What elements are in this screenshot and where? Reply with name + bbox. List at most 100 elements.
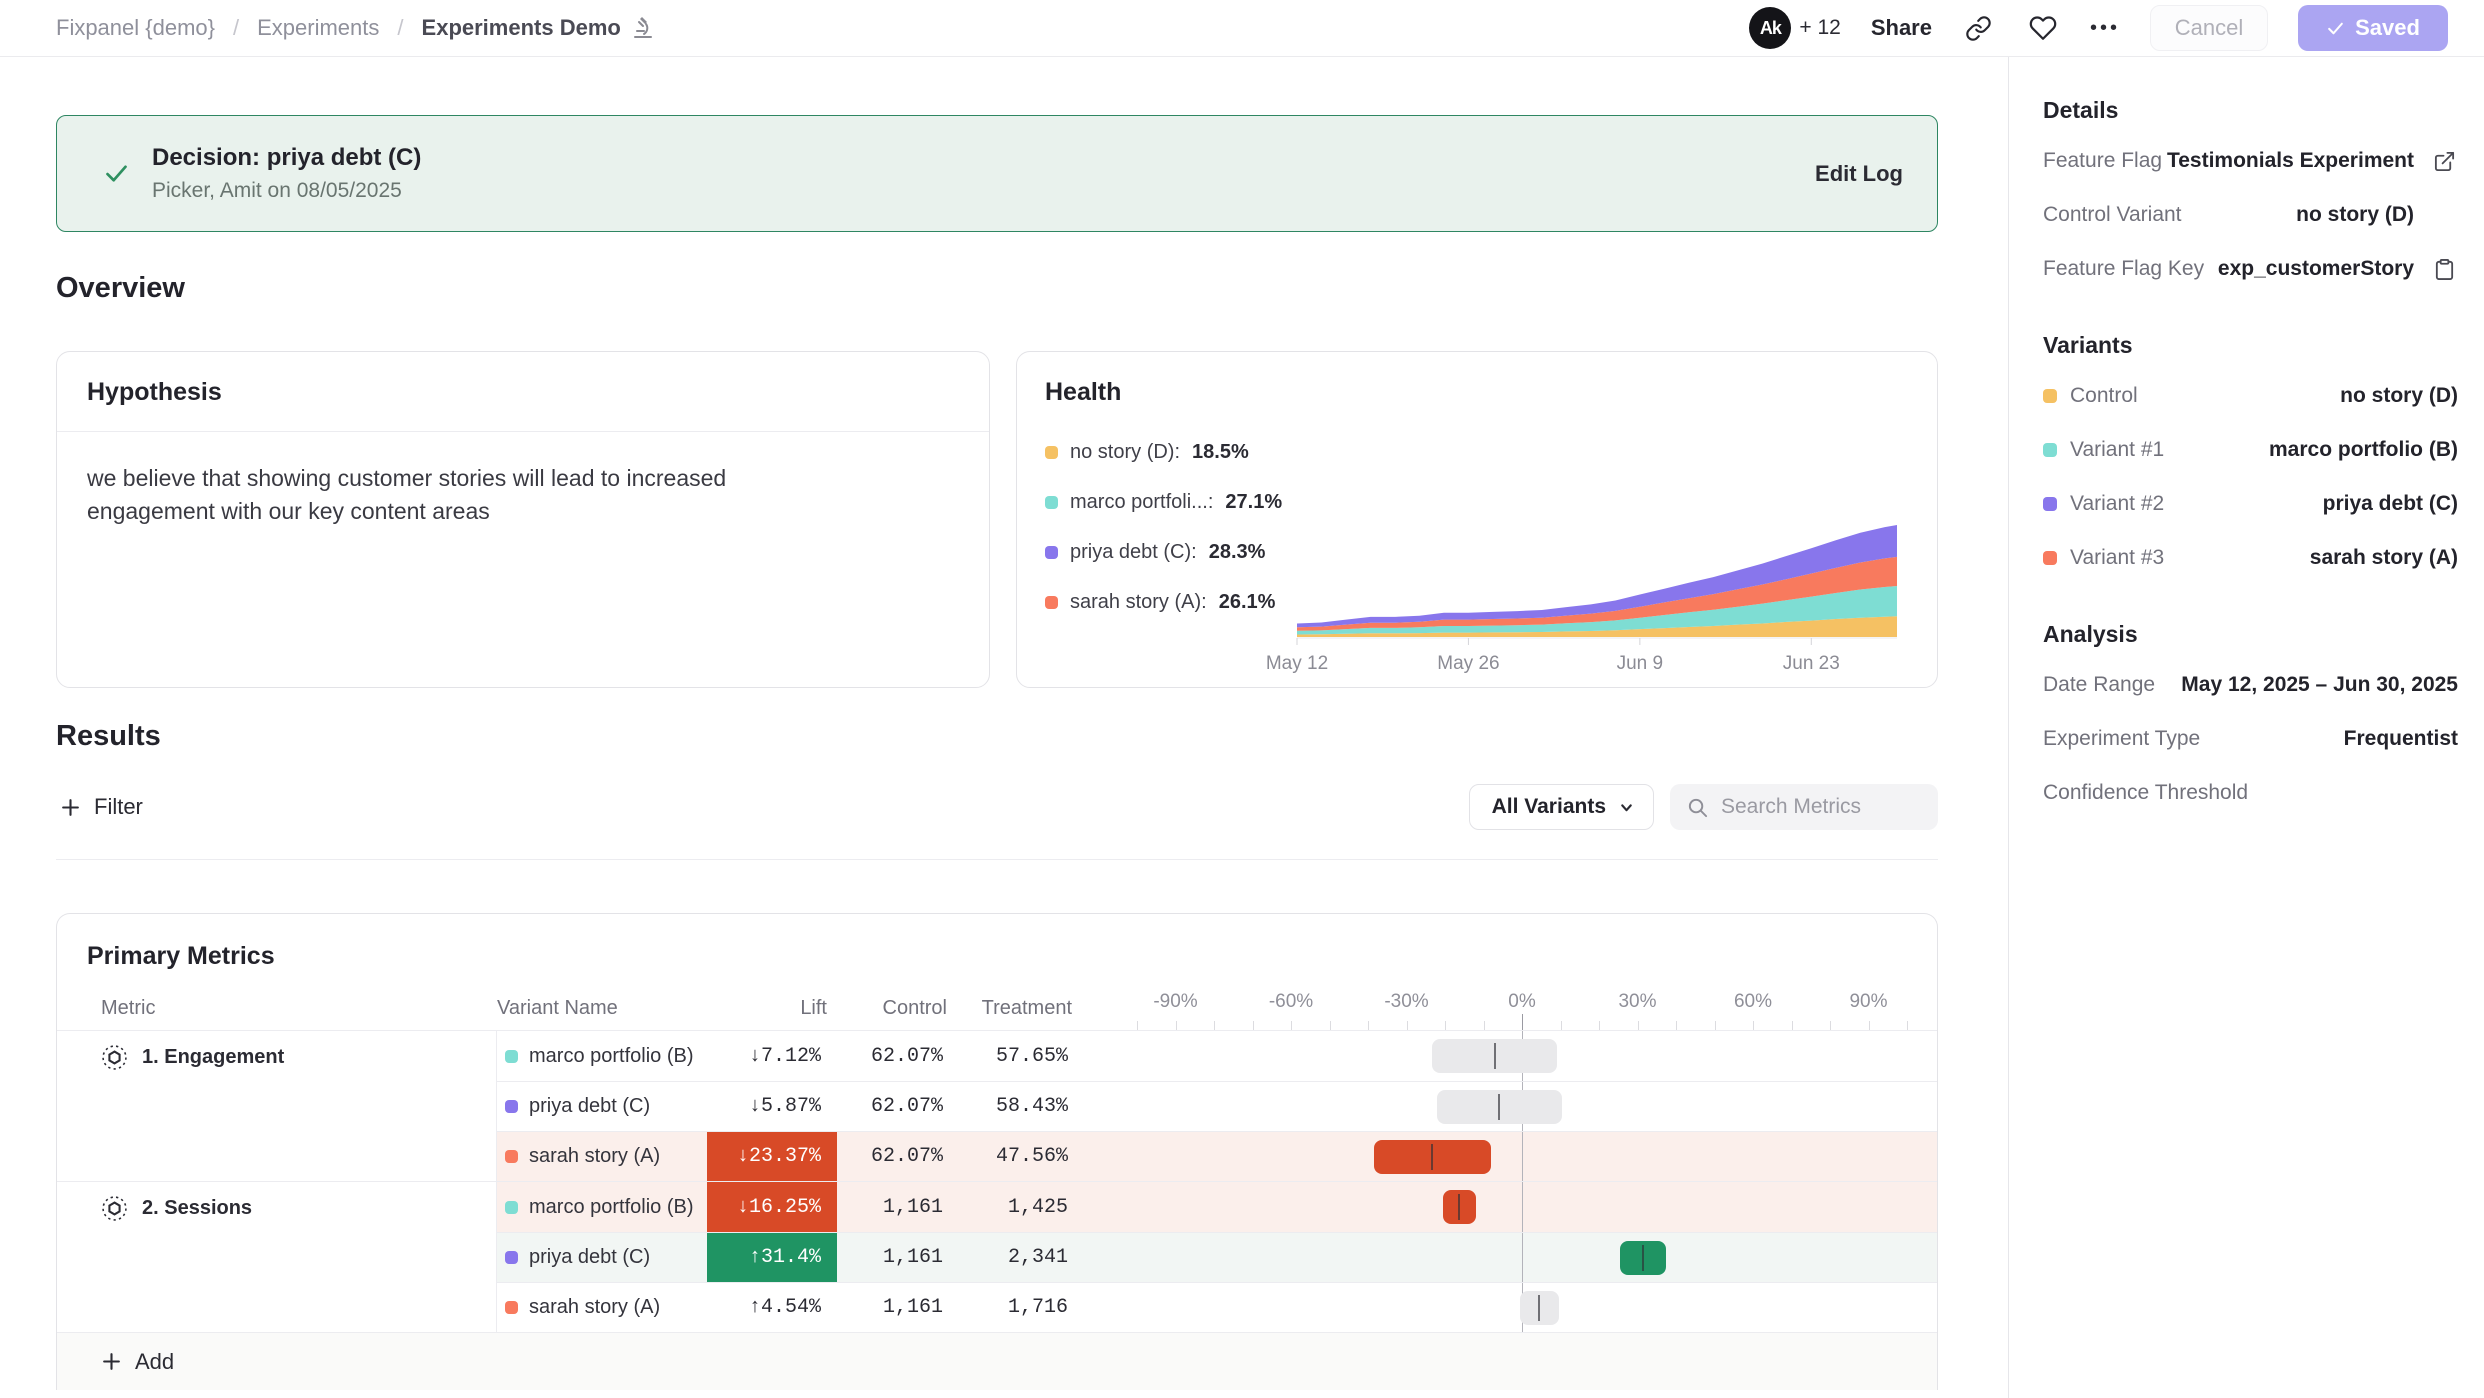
breadcrumb: Fixpanel {demo} / Experiments / Experime…	[56, 15, 655, 41]
axis-tick-label: 90%	[1849, 991, 1887, 1013]
details-row-value[interactable]: Testimonials Experiment	[2167, 149, 2414, 173]
variant-row-label: Control	[2043, 384, 2138, 408]
hypothesis-card: Hypothesis we believe that showing custo…	[56, 351, 990, 688]
variant-row-value: no story (D)	[2340, 384, 2458, 408]
axis-minor-tick	[1253, 1021, 1254, 1030]
cancel-button[interactable]: Cancel	[2150, 5, 2268, 51]
clipboard-icon[interactable]	[2433, 258, 2456, 281]
ci-point-estimate-marker	[1458, 1194, 1460, 1220]
variant-name-cell: priya debt (C)	[497, 1233, 707, 1282]
health-stacked-area-chart: May 12May 26Jun 9Jun 23	[1297, 523, 1897, 669]
variant-swatch	[505, 1050, 518, 1063]
analysis-row-value: Frequentist	[2344, 727, 2458, 751]
variant-filter-dropdown[interactable]: All Variants	[1469, 784, 1654, 830]
collaborators[interactable]: Ak + 12	[1749, 7, 1840, 49]
axis-tick-label: -90%	[1153, 991, 1197, 1013]
search-metrics-box[interactable]	[1670, 784, 1938, 830]
metric-rows: marco portfolio (B)↓7.12%62.07%57.65%pri…	[497, 1031, 1937, 1181]
share-button[interactable]: Share	[1871, 15, 1932, 41]
x-axis-tick-label: Jun 9	[1617, 653, 1663, 674]
axis-minor-tick	[1291, 1021, 1292, 1030]
variant-name-label: marco portfolio (B)	[529, 1045, 694, 1068]
ci-track	[1137, 1031, 1907, 1081]
metric-cell[interactable]: 1. Engagement	[57, 1031, 497, 1181]
saved-button[interactable]: Saved	[2298, 5, 2448, 51]
axis-minor-tick	[1869, 1021, 1870, 1030]
primary-metrics-title: Primary Metrics	[57, 914, 1937, 987]
ci-point-estimate-marker	[1498, 1094, 1500, 1120]
details-row-value: exp_customerStory	[2218, 257, 2414, 281]
zero-line	[1522, 1182, 1523, 1232]
metric-cell[interactable]: 2. Sessions	[57, 1182, 497, 1332]
table-row[interactable]: sarah story (A)↓23.37%62.07%47.56%	[497, 1131, 1937, 1181]
table-row[interactable]: marco portfolio (B)↓7.12%62.07%57.65%	[497, 1031, 1937, 1081]
control-value-cell: 62.07%	[837, 1082, 957, 1131]
breadcrumb-current[interactable]: Experiments Demo	[422, 15, 655, 41]
variant-name-cell: priya debt (C)	[497, 1082, 707, 1131]
edit-log-button[interactable]: Edit Log	[1815, 161, 1903, 187]
legend-swatch	[1045, 446, 1058, 459]
metric-group: 2. Sessions marco portfolio (B)↓16.25%1,1…	[57, 1181, 1937, 1332]
variant-color-swatch	[2043, 551, 2057, 565]
variant-name-label: priya debt (C)	[529, 1095, 650, 1118]
analysis-row-label: Date Range	[2043, 673, 2155, 697]
confidence-interval-cell	[1082, 1132, 1937, 1181]
primary-metrics-card: Primary Metrics Metric Variant Name Lift…	[56, 913, 1938, 1390]
table-row[interactable]: priya debt (C)↑31.4%1,1612,341	[497, 1232, 1937, 1282]
axis-minor-tick	[1484, 1021, 1485, 1030]
analysis-row-label: Confidence Threshold	[2043, 781, 2248, 805]
treatment-value-cell: 1,425	[957, 1182, 1082, 1232]
table-row[interactable]: priya debt (C)↓5.87%62.07%58.43%	[497, 1081, 1937, 1131]
avatar[interactable]: Ak	[1749, 7, 1791, 49]
variant-name-cell: marco portfolio (B)	[497, 1182, 707, 1232]
x-axis-tick-label: May 26	[1437, 653, 1499, 674]
treatment-value-cell: 57.65%	[957, 1031, 1082, 1081]
variant-row: Variant #3 sarah story (A)	[2043, 531, 2458, 585]
variant-row: Variant #2priya debt (C)	[2043, 477, 2458, 531]
metric-name: 2. Sessions	[142, 1195, 252, 1220]
table-header: Metric Variant Name Lift Control Treatme…	[57, 987, 1937, 1031]
collaborators-overflow-count: + 12	[1799, 16, 1840, 40]
treatment-value-cell: 1,716	[957, 1283, 1082, 1332]
analysis-row: Date Range May 12, 2025 – Jun 30, 2025	[2043, 658, 2458, 712]
favorite-heart-icon[interactable]	[2026, 11, 2060, 45]
hypothesis-body: we believe that showing customer stories…	[57, 432, 877, 559]
page-title: Experiments Demo	[422, 15, 621, 41]
details-row: Feature Flag Keyexp_customerStory	[2043, 242, 2458, 296]
metric-target-icon	[101, 1044, 128, 1071]
copy-link-icon[interactable]	[1962, 11, 1996, 45]
breadcrumb-experiments[interactable]: Experiments	[257, 15, 379, 41]
legend-swatch	[1045, 496, 1058, 509]
health-legend-item: sarah story (A): 26.1%	[1045, 591, 1297, 614]
more-menu-button[interactable]: •••	[2090, 17, 2120, 40]
metric-name: 1. Engagement	[142, 1044, 284, 1069]
health-title: Health	[1045, 378, 1909, 407]
zero-line	[1522, 1233, 1523, 1282]
legend-value: 26.1%	[1219, 591, 1276, 614]
variant-swatch	[505, 1150, 518, 1163]
external-link-icon[interactable]	[2433, 150, 2456, 173]
analysis-row-label: Experiment Type	[2043, 727, 2200, 751]
analysis-row-value: May 12, 2025 – Jun 30, 2025	[2181, 673, 2458, 697]
variant-row-label: Variant #3	[2043, 546, 2164, 570]
add-metric-button[interactable]: Add	[57, 1332, 1937, 1390]
axis-minor-tick	[1907, 1021, 1908, 1030]
details-row-label: Control Variant	[2043, 203, 2182, 227]
search-metrics-input[interactable]	[1721, 795, 1911, 819]
table-row[interactable]: marco portfolio (B)↓16.25%1,1611,425	[497, 1182, 1937, 1232]
add-filter-button[interactable]: Filter	[56, 794, 143, 820]
variant-row-value: sarah story (A)	[2310, 546, 2458, 570]
control-value-cell: 62.07%	[837, 1132, 957, 1181]
metric-rows: marco portfolio (B)↓16.25%1,1611,425priy…	[497, 1182, 1937, 1332]
breadcrumb-project[interactable]: Fixpanel {demo}	[56, 15, 215, 41]
confidence-interval-cell	[1082, 1283, 1937, 1332]
legend-label: sarah story (A):	[1070, 591, 1207, 614]
table-row[interactable]: sarah story (A)↑4.54%1,1611,716	[497, 1282, 1937, 1332]
treatment-value-cell: 2,341	[957, 1233, 1082, 1282]
microscope-icon	[631, 16, 655, 40]
control-value-cell: 1,161	[837, 1233, 957, 1282]
treatment-value-cell: 47.56%	[957, 1132, 1082, 1181]
ci-point-estimate-marker	[1642, 1245, 1644, 1271]
table-body: 1. Engagement marco portfolio (B)↓7.12%62…	[57, 1031, 1937, 1332]
results-divider	[56, 859, 1938, 860]
